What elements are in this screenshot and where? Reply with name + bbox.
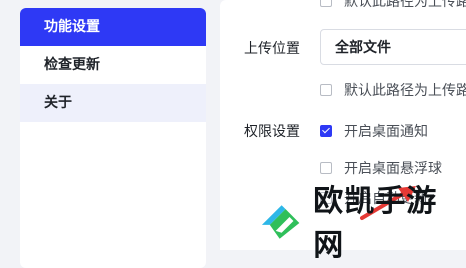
sidebar-item-check-update[interactable]: 检查更新	[20, 46, 206, 84]
settings-panel: 默认此路径为上传路径 上传位置 全部文件 默认此路径为上传路 权限设置 开启桌面…	[220, 0, 466, 250]
checkbox-label: 默认此路径为上传路	[344, 83, 466, 99]
permission-settings-label: 权限设置	[244, 124, 300, 140]
upload-location-label: 上传位置	[244, 41, 300, 57]
default-path-checkbox[interactable]: 默认此路径为上传路	[320, 80, 466, 100]
sidebar-item-about[interactable]: 关于	[20, 84, 206, 122]
checkbox-label: 默认此路径为上传路径	[344, 0, 466, 10]
checkbox-box[interactable]	[320, 192, 332, 204]
floating-ball-checkbox[interactable]: 开启桌面悬浮球	[320, 158, 442, 178]
checkbox-label: 开启桌面通知	[344, 124, 428, 140]
red-arrow-icon	[360, 186, 416, 220]
settings-sidebar: 功能设置 检查更新 关于	[20, 8, 206, 268]
checkbox-box[interactable]	[320, 162, 332, 174]
desktop-notify-checkbox[interactable]: 开启桌面通知	[320, 121, 428, 141]
sidebar-item-feature-settings[interactable]: 功能设置	[20, 8, 206, 46]
checkbox-box-checked[interactable]	[320, 125, 332, 137]
upload-location-select[interactable]: 全部文件	[320, 29, 466, 65]
checkbox-box[interactable]	[320, 0, 332, 7]
default-path-checkbox-top[interactable]: 默认此路径为上传路径	[320, 0, 466, 11]
checkbox-box[interactable]	[320, 84, 332, 96]
checkbox-label: 开启桌面悬浮球	[344, 161, 442, 177]
